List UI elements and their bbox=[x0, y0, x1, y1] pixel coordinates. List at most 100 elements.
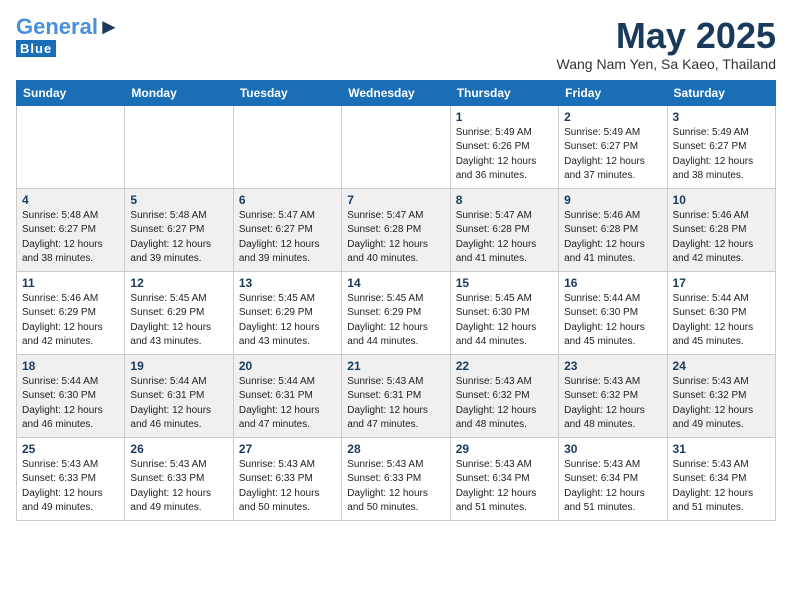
day-number: 6 bbox=[239, 193, 336, 207]
calendar-day bbox=[125, 105, 233, 188]
calendar-week-2: 4 Sunrise: 5:48 AMSunset: 6:27 PMDaylight… bbox=[17, 188, 776, 271]
day-info: Sunrise: 5:44 AMSunset: 6:30 PMDaylight:… bbox=[22, 375, 119, 433]
day-number: 4 bbox=[22, 193, 119, 207]
header-friday: Friday bbox=[559, 80, 667, 105]
day-number: 25 bbox=[22, 442, 119, 456]
calendar-day: 7 Sunrise: 5:47 AMSunset: 6:28 PMDaylight… bbox=[342, 188, 450, 271]
calendar-day: 29 Sunrise: 5:43 AMSunset: 6:34 PMDayligh… bbox=[450, 437, 558, 520]
calendar-day: 31Sunrise: 5:43 AMSunset: 6:34 PMDayligh… bbox=[667, 437, 775, 520]
page-header: General► Blue May 2025 Wang Nam Yen, Sa … bbox=[16, 16, 776, 72]
day-number: 13 bbox=[239, 276, 336, 290]
day-info: Sunrise: 5:47 AMSunset: 6:28 PMDaylight:… bbox=[456, 209, 553, 267]
day-number: 5 bbox=[130, 193, 227, 207]
day-info: Sunrise: 5:47 AMSunset: 6:28 PMDaylight:… bbox=[347, 209, 444, 267]
calendar-header-row: SundayMondayTuesdayWednesdayThursdayFrid… bbox=[17, 80, 776, 105]
calendar-day: 20 Sunrise: 5:44 AMSunset: 6:31 PMDayligh… bbox=[233, 354, 341, 437]
day-info: Sunrise: 5:48 AMSunset: 6:27 PMDaylight:… bbox=[130, 209, 227, 267]
day-number: 8 bbox=[456, 193, 553, 207]
calendar-day bbox=[342, 105, 450, 188]
title-block: May 2025 Wang Nam Yen, Sa Kaeo, Thailand bbox=[557, 16, 776, 72]
day-info: Sunrise: 5:44 AMSunset: 6:31 PMDaylight:… bbox=[239, 375, 336, 433]
day-number: 24 bbox=[673, 359, 770, 373]
day-number: 18 bbox=[22, 359, 119, 373]
day-info: Sunrise: 5:43 AMSunset: 6:34 PMDaylight:… bbox=[673, 458, 770, 516]
header-wednesday: Wednesday bbox=[342, 80, 450, 105]
header-monday: Monday bbox=[125, 80, 233, 105]
day-info: Sunrise: 5:46 AMSunset: 6:29 PMDaylight:… bbox=[22, 292, 119, 350]
day-info: Sunrise: 5:47 AMSunset: 6:27 PMDaylight:… bbox=[239, 209, 336, 267]
day-info: Sunrise: 5:49 AMSunset: 6:27 PMDaylight:… bbox=[673, 126, 770, 184]
logo-blue: Blue bbox=[16, 40, 56, 57]
calendar-day: 28Sunrise: 5:43 AMSunset: 6:33 PMDayligh… bbox=[342, 437, 450, 520]
day-number: 9 bbox=[564, 193, 661, 207]
calendar-day: 6 Sunrise: 5:47 AMSunset: 6:27 PMDaylight… bbox=[233, 188, 341, 271]
day-number: 12 bbox=[130, 276, 227, 290]
day-info: Sunrise: 5:46 AMSunset: 6:28 PMDaylight:… bbox=[673, 209, 770, 267]
logo-text: General► bbox=[16, 16, 120, 38]
calendar-day: 17 Sunrise: 5:44 AMSunset: 6:30 PMDayligh… bbox=[667, 271, 775, 354]
day-info: Sunrise: 5:43 AMSunset: 6:34 PMDaylight:… bbox=[456, 458, 553, 516]
day-info: Sunrise: 5:43 AMSunset: 6:33 PMDaylight:… bbox=[130, 458, 227, 516]
calendar-table: SundayMondayTuesdayWednesdayThursdayFrid… bbox=[16, 80, 776, 521]
day-info: Sunrise: 5:43 AMSunset: 6:33 PMDaylight:… bbox=[22, 458, 119, 516]
calendar-day: 3 Sunrise: 5:49 AMSunset: 6:27 PMDaylight… bbox=[667, 105, 775, 188]
calendar-week-4: 18 Sunrise: 5:44 AMSunset: 6:30 PMDayligh… bbox=[17, 354, 776, 437]
calendar-day: 26Sunrise: 5:43 AMSunset: 6:33 PMDayligh… bbox=[125, 437, 233, 520]
header-saturday: Saturday bbox=[667, 80, 775, 105]
month-title: May 2025 bbox=[557, 16, 776, 56]
day-info: Sunrise: 5:43 AMSunset: 6:34 PMDaylight:… bbox=[564, 458, 661, 516]
day-number: 3 bbox=[673, 110, 770, 124]
calendar-day: 23 Sunrise: 5:43 AMSunset: 6:32 PMDayligh… bbox=[559, 354, 667, 437]
calendar-day: 1Sunrise: 5:49 AMSunset: 6:26 PMDaylight… bbox=[450, 105, 558, 188]
header-tuesday: Tuesday bbox=[233, 80, 341, 105]
calendar-day: 9 Sunrise: 5:46 AMSunset: 6:28 PMDaylight… bbox=[559, 188, 667, 271]
day-number: 15 bbox=[456, 276, 553, 290]
calendar-day: 13 Sunrise: 5:45 AMSunset: 6:29 PMDayligh… bbox=[233, 271, 341, 354]
day-info: Sunrise: 5:45 AMSunset: 6:29 PMDaylight:… bbox=[239, 292, 336, 350]
calendar-day: 19Sunrise: 5:44 AMSunset: 6:31 PMDayligh… bbox=[125, 354, 233, 437]
day-number: 7 bbox=[347, 193, 444, 207]
day-info: Sunrise: 5:49 AMSunset: 6:26 PMDaylight:… bbox=[456, 126, 553, 184]
calendar-day: 16 Sunrise: 5:44 AMSunset: 6:30 PMDayligh… bbox=[559, 271, 667, 354]
calendar-day: 15 Sunrise: 5:45 AMSunset: 6:30 PMDayligh… bbox=[450, 271, 558, 354]
day-number: 2 bbox=[564, 110, 661, 124]
calendar-day: 27 Sunrise: 5:43 AMSunset: 6:33 PMDayligh… bbox=[233, 437, 341, 520]
calendar-day: 14 Sunrise: 5:45 AMSunset: 6:29 PMDayligh… bbox=[342, 271, 450, 354]
day-info: Sunrise: 5:43 AMSunset: 6:32 PMDaylight:… bbox=[456, 375, 553, 433]
day-number: 19 bbox=[130, 359, 227, 373]
day-number: 10 bbox=[673, 193, 770, 207]
day-info: Sunrise: 5:43 AMSunset: 6:33 PMDaylight:… bbox=[239, 458, 336, 516]
day-info: Sunrise: 5:44 AMSunset: 6:30 PMDaylight:… bbox=[564, 292, 661, 350]
day-number: 23 bbox=[564, 359, 661, 373]
day-number: 14 bbox=[347, 276, 444, 290]
calendar-week-5: 25 Sunrise: 5:43 AMSunset: 6:33 PMDayligh… bbox=[17, 437, 776, 520]
day-info: Sunrise: 5:43 AMSunset: 6:31 PMDaylight:… bbox=[347, 375, 444, 433]
day-info: Sunrise: 5:44 AMSunset: 6:30 PMDaylight:… bbox=[673, 292, 770, 350]
header-thursday: Thursday bbox=[450, 80, 558, 105]
day-info: Sunrise: 5:45 AMSunset: 6:29 PMDaylight:… bbox=[130, 292, 227, 350]
calendar-day: 10 Sunrise: 5:46 AMSunset: 6:28 PMDayligh… bbox=[667, 188, 775, 271]
calendar-day: 25 Sunrise: 5:43 AMSunset: 6:33 PMDayligh… bbox=[17, 437, 125, 520]
calendar-day: 12 Sunrise: 5:45 AMSunset: 6:29 PMDayligh… bbox=[125, 271, 233, 354]
day-number: 16 bbox=[564, 276, 661, 290]
day-info: Sunrise: 5:45 AMSunset: 6:30 PMDaylight:… bbox=[456, 292, 553, 350]
day-number: 29 bbox=[456, 442, 553, 456]
day-number: 27 bbox=[239, 442, 336, 456]
day-info: Sunrise: 5:43 AMSunset: 6:32 PMDaylight:… bbox=[564, 375, 661, 433]
day-info: Sunrise: 5:43 AMSunset: 6:33 PMDaylight:… bbox=[347, 458, 444, 516]
day-number: 20 bbox=[239, 359, 336, 373]
calendar-day: 8 Sunrise: 5:47 AMSunset: 6:28 PMDaylight… bbox=[450, 188, 558, 271]
day-info: Sunrise: 5:49 AMSunset: 6:27 PMDaylight:… bbox=[564, 126, 661, 184]
day-number: 11 bbox=[22, 276, 119, 290]
calendar-day: 11 Sunrise: 5:46 AMSunset: 6:29 PMDayligh… bbox=[17, 271, 125, 354]
day-number: 17 bbox=[673, 276, 770, 290]
day-info: Sunrise: 5:45 AMSunset: 6:29 PMDaylight:… bbox=[347, 292, 444, 350]
calendar-day: 21 Sunrise: 5:43 AMSunset: 6:31 PMDayligh… bbox=[342, 354, 450, 437]
calendar-day: 4Sunrise: 5:48 AMSunset: 6:27 PMDaylight… bbox=[17, 188, 125, 271]
day-number: 22 bbox=[456, 359, 553, 373]
day-info: Sunrise: 5:43 AMSunset: 6:32 PMDaylight:… bbox=[673, 375, 770, 433]
calendar-week-1: 1Sunrise: 5:49 AMSunset: 6:26 PMDaylight… bbox=[17, 105, 776, 188]
day-info: Sunrise: 5:46 AMSunset: 6:28 PMDaylight:… bbox=[564, 209, 661, 267]
day-number: 21 bbox=[347, 359, 444, 373]
calendar-day: 2 Sunrise: 5:49 AMSunset: 6:27 PMDaylight… bbox=[559, 105, 667, 188]
